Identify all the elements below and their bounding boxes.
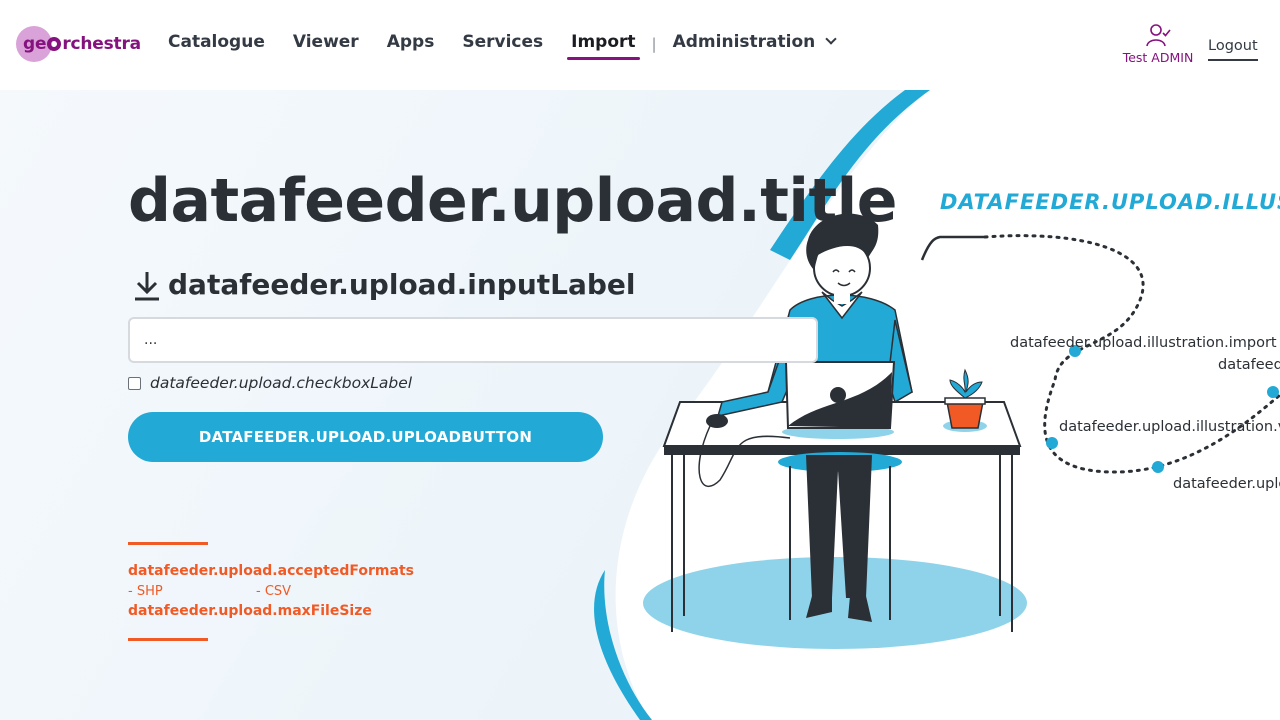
format-shp: - SHP	[128, 584, 163, 599]
checkbox-row: datafeeder.upload.checkboxLabel	[128, 374, 412, 392]
upload-input-label: datafeeder.upload.inputLabel	[132, 268, 636, 301]
upload-checkbox[interactable]	[128, 376, 141, 390]
top-header: ge rchestra Catalogue Viewer Apps Service…	[0, 0, 1280, 90]
max-file-size: datafeeder.upload.maxFileSize	[128, 603, 372, 619]
logo-o-icon	[47, 37, 62, 51]
formats-list: - SHP - CSV	[128, 584, 384, 599]
file-input[interactable]	[128, 317, 818, 363]
upload-button[interactable]: DATAFEEDER.UPLOAD.UPLOADBUTTON	[128, 412, 603, 462]
format-csv: - CSV	[256, 584, 292, 599]
formats-divider-bottom	[128, 638, 208, 641]
logo-text-end: rchestra	[62, 34, 141, 54]
nav-administration-dropdown[interactable]: Administration	[659, 28, 850, 60]
georchestra-logo[interactable]: ge rchestra	[16, 26, 141, 62]
nav-administration-label: Administration	[672, 32, 816, 52]
user-account[interactable]: Test ADMIN	[1120, 22, 1196, 65]
formats-divider-top	[128, 542, 208, 545]
nav-catalogue[interactable]: Catalogue	[154, 28, 279, 60]
illustration-title: DATAFEEDER.UPLOAD.ILLUSTR	[940, 190, 1280, 214]
illustration-step-4: datafeeder.uplo	[1173, 476, 1280, 492]
nav-import[interactable]: Import	[557, 28, 649, 60]
import-page: ge rchestra Catalogue Viewer Apps Service…	[0, 0, 1280, 720]
logo-text: ge rchestra	[23, 26, 141, 62]
illustration-step-import: datafeeder.upload.illustration.import	[1010, 335, 1277, 351]
nav-apps[interactable]: Apps	[373, 28, 449, 60]
illustration-step-3: datafeeder.upload.illustration.ve	[1059, 419, 1280, 435]
accepted-formats-title: datafeeder.upload.acceptedFormats	[128, 563, 414, 579]
user-check-icon	[1146, 24, 1171, 47]
chevron-down-icon	[825, 33, 837, 45]
main-nav: Catalogue Viewer Apps Services Import | …	[154, 28, 849, 60]
checkbox-label: datafeeder.upload.checkboxLabel	[150, 374, 413, 392]
user-name: Test ADMIN	[1122, 50, 1194, 65]
nav-services[interactable]: Services	[448, 28, 557, 60]
nav-viewer[interactable]: Viewer	[279, 28, 373, 60]
download-icon	[135, 271, 159, 300]
page-title: datafeeder.upload.title	[128, 166, 897, 236]
logo-text-start: ge	[23, 34, 47, 54]
nav-separator: |	[651, 35, 657, 53]
illustration-step-2: datafeede	[1218, 357, 1280, 373]
logout-link[interactable]: Logout	[1208, 38, 1258, 61]
upload-input-label-text: datafeeder.upload.inputLabel	[168, 268, 636, 301]
